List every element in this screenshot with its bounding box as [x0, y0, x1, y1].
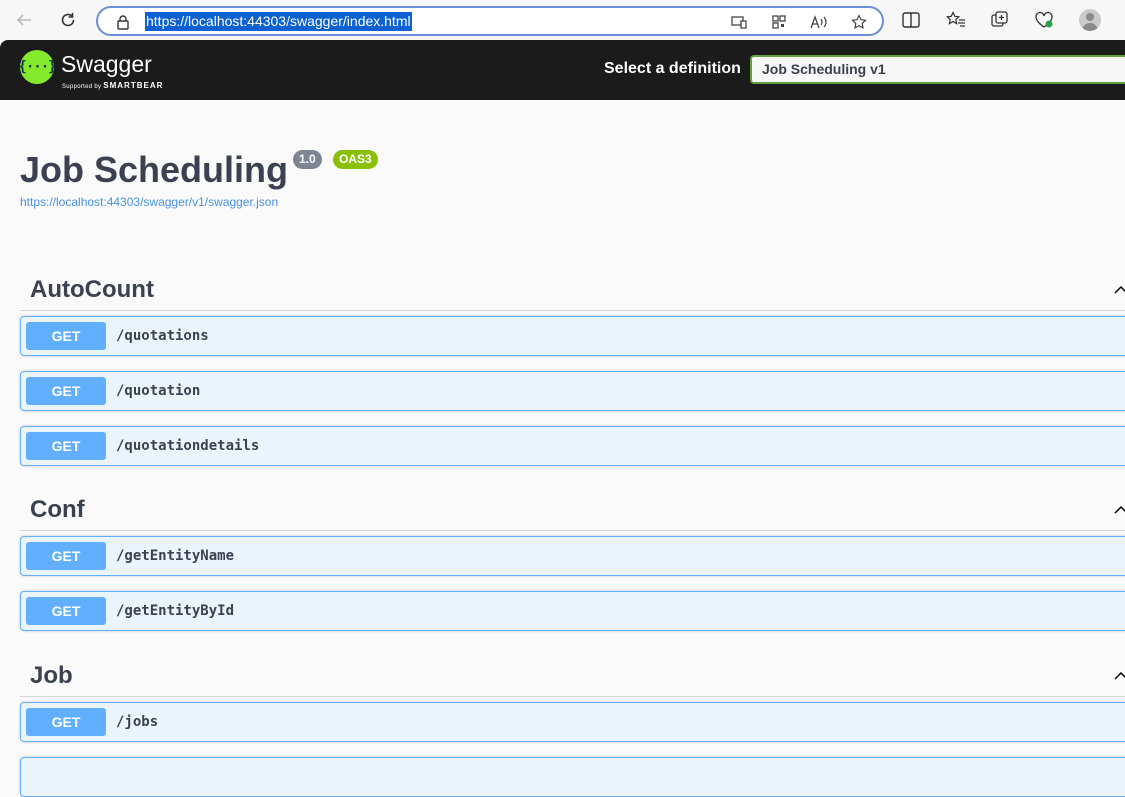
favorites-icon[interactable] — [946, 10, 966, 30]
swagger-logo-icon[interactable]: {···} — [18, 50, 57, 84]
operation-path: /getEntityName — [116, 548, 235, 564]
app-available-icon[interactable] — [730, 13, 748, 31]
back-arrow-icon — [16, 14, 31, 26]
logo-sub-brand: SMARTBEAR — [103, 81, 164, 90]
version-badge: 1.0 — [293, 150, 322, 169]
favorite-star-icon[interactable] — [850, 13, 868, 31]
browser-toolbar: https://localhost:44303/swagger/index.ht… — [0, 0, 1125, 40]
operation-path: /quotation — [116, 383, 201, 399]
url-text[interactable]: https://localhost:44303/swagger/index.ht… — [145, 12, 412, 31]
expand-arrow-icon[interactable] — [1114, 502, 1125, 520]
operation-get-quotationdetails[interactable]: GET /quotationdetails — [20, 426, 1125, 466]
api-title: Job Scheduling — [20, 149, 289, 190]
profile-avatar[interactable] — [1079, 9, 1101, 31]
split-screen-icon[interactable] — [901, 10, 921, 30]
operation-path: /jobs — [116, 714, 159, 730]
lock-icon — [116, 14, 130, 35]
operation-get-entity-by-id[interactable]: GET /getEntityById — [20, 591, 1125, 631]
operation-path: /quotations — [116, 328, 209, 344]
operation-path: /quotationdetails — [116, 438, 260, 454]
tag-title: AutoCount — [30, 276, 154, 303]
tag-autocount[interactable]: AutoCount — [20, 264, 1125, 311]
method-badge: GET — [26, 708, 106, 736]
operation-get-quotations[interactable]: GET /quotations — [20, 316, 1125, 356]
tag-title: Job — [30, 662, 73, 689]
spec-json-link[interactable]: https://localhost:44303/swagger/v1/swagg… — [20, 195, 278, 209]
operation-get-quotation[interactable]: GET /quotation — [20, 371, 1125, 411]
tag-job[interactable]: Job — [20, 650, 1125, 697]
read-aloud-icon[interactable] — [810, 13, 828, 31]
operation-partial[interactable] — [20, 757, 1125, 797]
method-badge: GET — [26, 597, 106, 625]
operation-get-jobs[interactable]: GET /jobs — [20, 702, 1125, 742]
method-badge: GET — [26, 542, 106, 570]
logo-subtitle: Supported by SMARTBEAR — [62, 81, 163, 90]
address-bar[interactable]: https://localhost:44303/swagger/index.ht… — [96, 6, 884, 36]
back-button[interactable] — [12, 8, 36, 32]
expand-arrow-icon[interactable] — [1114, 282, 1125, 300]
logo-sub-prefix: Supported by — [62, 84, 102, 90]
collections-icon[interactable] — [990, 10, 1010, 30]
expand-arrow-icon[interactable] — [1114, 668, 1125, 686]
refresh-icon — [61, 13, 75, 27]
method-badge: GET — [26, 432, 106, 460]
swagger-topbar: {···} Swagger Supported by SMARTBEAR Sel… — [0, 40, 1125, 100]
browser-essentials-icon[interactable] — [1034, 10, 1054, 30]
operation-get-entity-name[interactable]: GET /getEntityName — [20, 536, 1125, 576]
refresh-button[interactable] — [56, 8, 80, 32]
swagger-logo-text[interactable]: Swagger — [61, 51, 152, 78]
qr-code-icon[interactable] — [770, 13, 788, 31]
method-badge: GET — [26, 377, 106, 405]
definition-select[interactable]: Job Scheduling v1 — [750, 55, 1125, 84]
operation-path: /getEntityById — [116, 603, 235, 619]
tag-conf[interactable]: Conf — [20, 484, 1125, 531]
tag-title: Conf — [30, 496, 85, 523]
oas-badge: OAS3 — [333, 150, 378, 169]
method-badge: GET — [26, 322, 106, 350]
definition-label: Select a definition — [604, 60, 741, 77]
